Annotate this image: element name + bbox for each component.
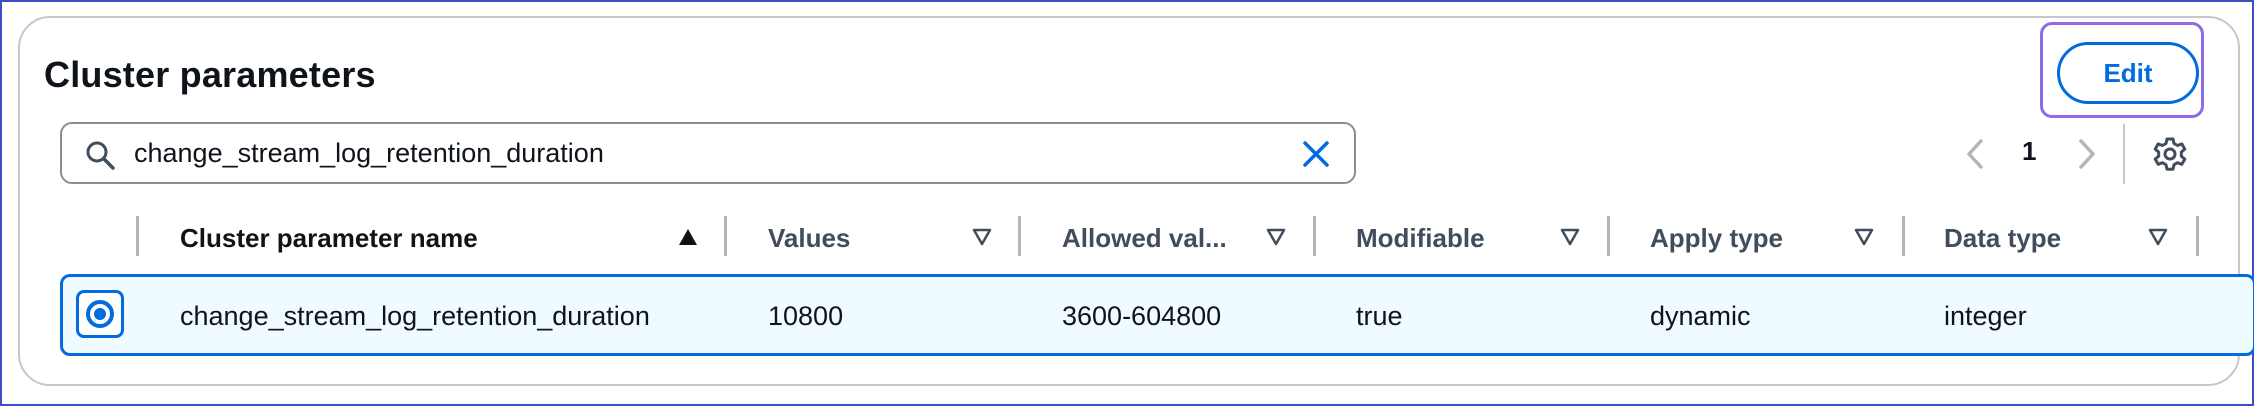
cell-modifiable: true (1356, 301, 1403, 331)
search-icon (86, 141, 115, 170)
gear-icon[interactable] (2152, 136, 2188, 172)
sort-descending-icon[interactable] (2147, 227, 2169, 247)
column-separator[interactable] (1313, 216, 1316, 256)
chevron-right-icon[interactable] (2074, 138, 2100, 170)
column-header-apply-type[interactable]: Apply type (1650, 216, 1783, 260)
page-title: Cluster parameters (44, 54, 376, 95)
row-radio-button[interactable] (86, 300, 114, 328)
column-header-modifiable[interactable]: Modifiable (1356, 216, 1485, 260)
column-separator[interactable] (136, 216, 139, 256)
edit-button[interactable]: Edit (2057, 42, 2199, 104)
column-header-cluster-parameter-name[interactable]: Cluster parameter name (180, 216, 478, 260)
cell-value: 10800 (768, 301, 844, 331)
sort-descending-icon[interactable] (971, 227, 993, 247)
column-separator[interactable] (724, 216, 727, 256)
close-icon[interactable] (1300, 138, 1332, 170)
sort-descending-icon[interactable] (1265, 227, 1287, 247)
column-header-data-type[interactable]: Data type (1944, 216, 2061, 260)
sort-ascending-icon[interactable] (677, 227, 699, 247)
search-input[interactable]: change_stream_log_retention_duration (60, 122, 1356, 184)
column-separator[interactable] (1018, 216, 1021, 256)
current-page-number[interactable]: 1 (2022, 136, 2036, 167)
column-separator[interactable] (2196, 216, 2199, 256)
column-header-values[interactable]: Values (768, 216, 850, 260)
column-separator[interactable] (1607, 216, 1610, 256)
cell-data-type: integer (1944, 301, 2027, 331)
cell-apply-type: dynamic (1650, 301, 1751, 331)
sort-descending-icon[interactable] (1853, 227, 1875, 247)
column-separator[interactable] (1902, 216, 1905, 256)
sort-descending-icon[interactable] (1559, 227, 1581, 247)
cell-allowed-values: 3600-604800 (1062, 301, 1222, 331)
chevron-left-icon[interactable] (1962, 138, 1988, 170)
cell-parameter-name: change_stream_log_retention_duration (180, 301, 650, 331)
column-header-allowed-values[interactable]: Allowed val... (1062, 216, 1227, 260)
search-value[interactable]: change_stream_log_retention_duration (134, 124, 604, 182)
toolbar-divider (2123, 124, 2125, 184)
